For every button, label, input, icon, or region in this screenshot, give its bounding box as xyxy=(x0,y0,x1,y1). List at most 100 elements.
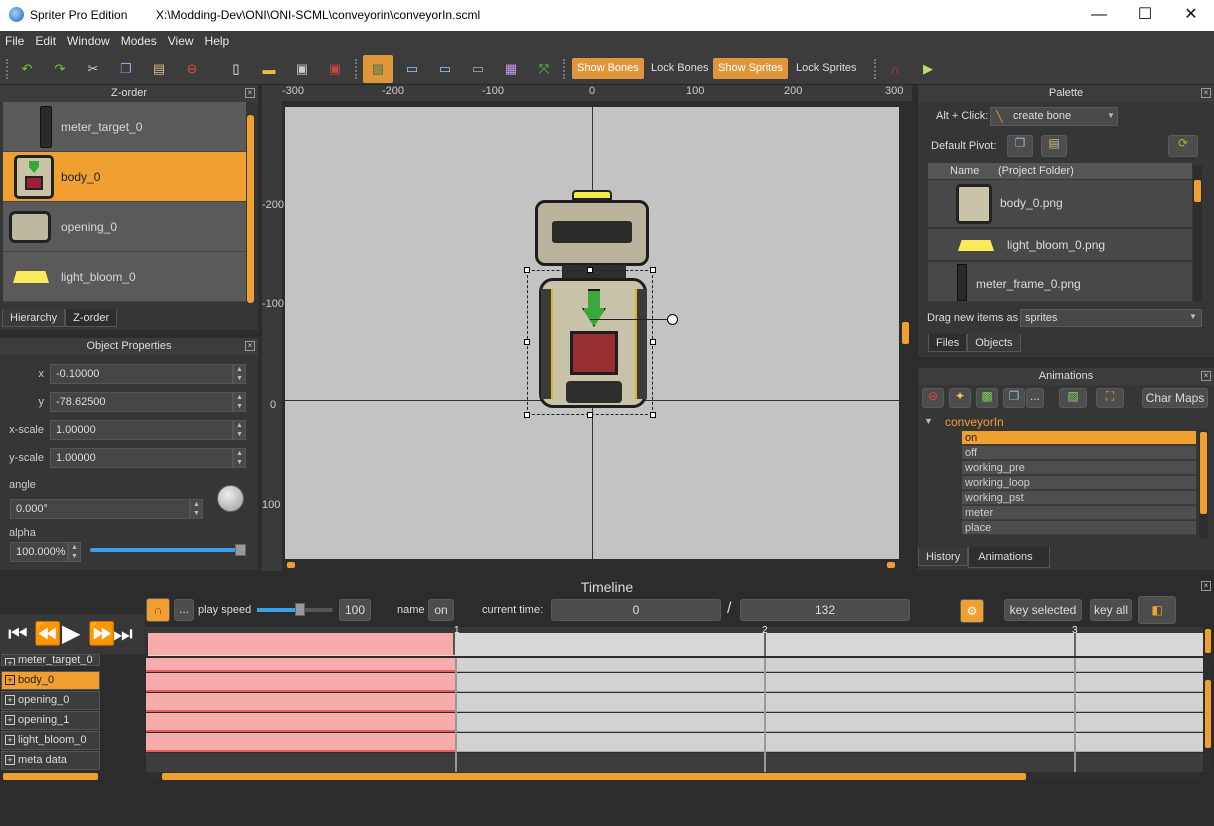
copy-animation-icon[interactable]: ❐ xyxy=(1003,388,1025,408)
add-animation-icon[interactable]: ✦ xyxy=(949,388,971,408)
track-timeline-row[interactable] xyxy=(146,713,1203,732)
close-panel-icon[interactable]: × xyxy=(245,341,255,351)
paste-pivot-button[interactable]: ▤ xyxy=(1041,135,1067,157)
timeline-v-scrollbar[interactable] xyxy=(1204,627,1212,655)
key-selected-button[interactable]: key selected xyxy=(1004,599,1082,621)
zorder-item[interactable]: light_bloom_0 xyxy=(3,252,246,302)
undo-icon[interactable]: ↶ xyxy=(15,57,39,81)
opening-sprite[interactable] xyxy=(535,200,649,266)
track-timeline-row[interactable] xyxy=(146,753,1203,772)
key-settings-icon[interactable]: ⚙ xyxy=(960,599,984,623)
expand-icon[interactable]: ⛶ xyxy=(1096,388,1124,408)
magnet-icon[interactable]: ∩ xyxy=(883,57,907,81)
fullscreen-mode-icon[interactable]: ▭ xyxy=(433,57,457,81)
timeline-options-button[interactable]: ... xyxy=(174,599,194,621)
panel-mode-icon[interactable]: ▭ xyxy=(466,57,490,81)
create-bone-dropdown[interactable]: create bone xyxy=(990,107,1118,126)
animation-item[interactable]: working_pre xyxy=(962,461,1196,475)
tab-hierarchy[interactable]: Hierarchy xyxy=(2,309,66,327)
alpha-slider-handle[interactable] xyxy=(235,544,246,556)
copy-pivot-button[interactable]: ❐ xyxy=(1007,135,1033,157)
angle-dial[interactable] xyxy=(217,485,244,512)
window-mode-icon[interactable]: ▭ xyxy=(400,57,424,81)
toolbar-grip[interactable] xyxy=(355,59,359,79)
close-panel-icon[interactable]: × xyxy=(1201,371,1211,381)
delete-animation-icon[interactable]: ⊖ xyxy=(922,388,944,408)
angle-field[interactable]: 0.000° xyxy=(10,499,190,519)
track-row[interactable]: + light_bloom_0 xyxy=(1,731,100,750)
canvas-h-scrollbar[interactable] xyxy=(285,561,899,569)
current-time-field[interactable]: 0 xyxy=(551,599,721,621)
track-timeline-row[interactable] xyxy=(146,693,1203,712)
refresh-button[interactable]: ⟳ xyxy=(1168,135,1198,157)
canvas[interactable] xyxy=(285,107,899,559)
toolbar-grip[interactable] xyxy=(6,59,10,79)
light-bloom-sprite[interactable] xyxy=(572,190,612,200)
resize-handle[interactable] xyxy=(524,339,530,345)
cut-icon[interactable]: ✂ xyxy=(81,57,105,81)
track-row-selected[interactable]: + body_0 xyxy=(1,671,100,690)
tab-zorder[interactable]: Z-order xyxy=(65,309,118,327)
resize-handle[interactable] xyxy=(650,412,656,418)
tab-files[interactable]: Files xyxy=(928,334,968,352)
palette-file-row[interactable]: light_bloom_0.png xyxy=(928,229,1192,261)
skip-to-end-icon[interactable]: ⏭ xyxy=(113,621,133,647)
zorder-item[interactable]: opening_0 xyxy=(3,202,246,252)
palette-scrollbar[interactable] xyxy=(1193,165,1202,302)
y-field[interactable]: -78.62500 xyxy=(50,392,233,412)
rotation-handle[interactable] xyxy=(667,314,678,325)
fit-view-icon[interactable]: ⤧ xyxy=(532,57,556,81)
x-field[interactable]: -0.10000 xyxy=(50,364,233,384)
image-icon[interactable]: ▨ xyxy=(1059,388,1087,408)
resize-handle[interactable] xyxy=(587,412,593,418)
play-speed-field[interactable]: 100 xyxy=(339,599,371,621)
toolbar-grip[interactable] xyxy=(874,59,878,79)
play-speed-handle[interactable] xyxy=(295,603,305,616)
duplicate-animation-icon[interactable]: ▩ xyxy=(976,388,998,408)
show-bones-toggle[interactable]: Show Bones xyxy=(572,58,644,79)
key-all-button[interactable]: key all xyxy=(1090,599,1132,621)
zorder-scrollbar[interactable] xyxy=(247,115,254,303)
paste-icon[interactable]: ▤ xyxy=(147,57,171,81)
copy-icon[interactable]: ❐ xyxy=(114,57,138,81)
tracks-v-scrollbar[interactable] xyxy=(1204,658,1212,772)
menu-file[interactable]: File xyxy=(0,31,30,48)
drag-dropdown[interactable]: sprites xyxy=(1020,309,1202,327)
resize-handle[interactable] xyxy=(524,412,530,418)
resize-handle[interactable] xyxy=(650,267,656,273)
animation-item[interactable]: working_loop xyxy=(962,476,1196,490)
canvas-v-scrollbar[interactable] xyxy=(901,107,910,559)
delete-icon[interactable]: ⊖ xyxy=(180,57,204,81)
alpha-spinner[interactable]: ▲ ▼ xyxy=(68,542,81,562)
x-scale-spinner[interactable]: ▲ ▼ xyxy=(233,420,246,440)
toolbar-grip[interactable] xyxy=(563,59,567,79)
x-spinner[interactable]: ▲ ▼ xyxy=(233,364,246,384)
entity-name[interactable]: conveyorIn xyxy=(945,415,1004,429)
close-panel-icon[interactable]: × xyxy=(1201,88,1211,98)
palette-file-row[interactable]: meter_frame_0.png xyxy=(928,262,1192,302)
x-scale-field[interactable]: 1.00000 xyxy=(50,420,233,440)
save-icon[interactable]: ▣ xyxy=(290,57,314,81)
track-row[interactable]: + meta data xyxy=(1,751,100,770)
animation-name-field[interactable]: on xyxy=(428,599,454,621)
redo-icon[interactable]: ↷ xyxy=(48,57,72,81)
sound-icon[interactable]: ◧ xyxy=(1138,596,1176,624)
alpha-field[interactable]: 100.000% xyxy=(10,542,68,562)
show-sprites-toggle[interactable]: Show Sprites xyxy=(713,58,788,79)
track-row[interactable]: + meter_target_0 xyxy=(1,654,100,666)
save-as-icon[interactable]: ▣ xyxy=(323,57,347,81)
tab-objects[interactable]: Objects xyxy=(967,334,1021,352)
animation-item[interactable]: off xyxy=(962,446,1196,460)
menu-edit[interactable]: Edit xyxy=(30,31,62,48)
resize-handle[interactable] xyxy=(524,267,530,273)
palette-file-row[interactable]: body_0.png xyxy=(928,180,1192,228)
angle-spinner[interactable]: ▲ ▼ xyxy=(190,499,203,519)
timeline-ruler[interactable]: 1 2 3 xyxy=(146,625,1203,656)
menu-help[interactable]: Help xyxy=(200,31,236,48)
maximize-button[interactable]: ☐ xyxy=(1122,0,1168,31)
close-panel-icon[interactable]: × xyxy=(245,88,255,98)
tab-history[interactable]: History xyxy=(918,548,969,566)
resize-handle[interactable] xyxy=(650,339,656,345)
lock-bones-toggle[interactable]: Lock Bones xyxy=(646,58,713,79)
track-timeline-row[interactable] xyxy=(146,658,1203,672)
